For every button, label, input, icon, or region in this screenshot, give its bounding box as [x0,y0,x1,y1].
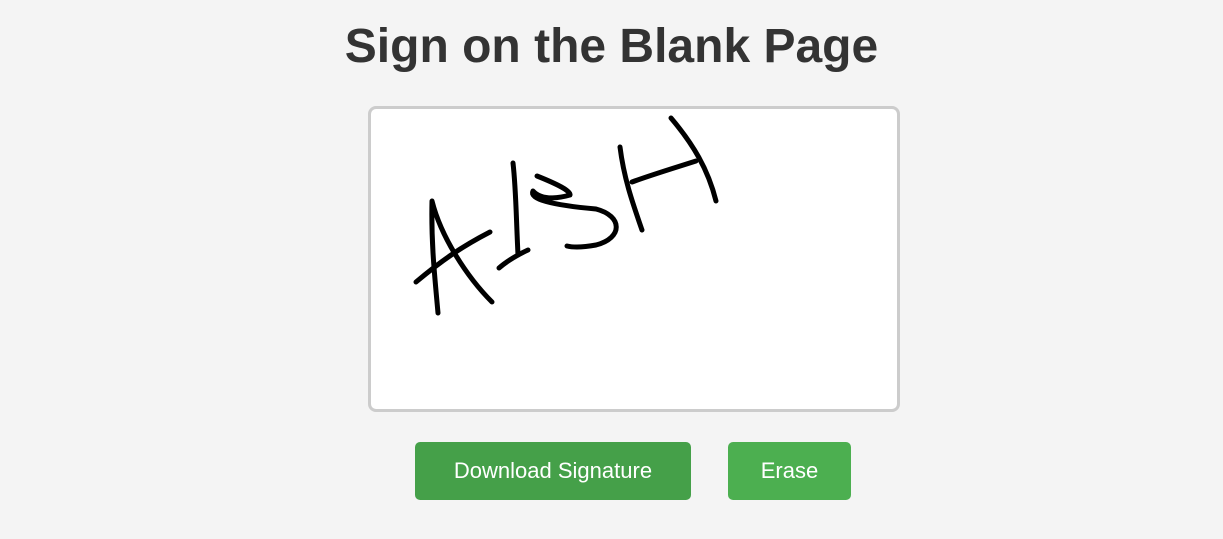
signature-stroke [629,158,699,185]
signature-stroke [496,247,531,271]
page-title: Sign on the Blank Page [344,20,879,73]
signature-stroke [617,144,645,233]
signature-stroke [413,229,493,285]
signature-pad[interactable] [368,106,900,412]
signature-drawing [413,115,719,316]
signature-stroke [530,173,619,250]
signature-stroke [510,160,521,258]
download-signature-button[interactable]: Download Signature [415,442,691,500]
signature-stroke [429,198,495,316]
erase-button[interactable]: Erase [728,442,851,500]
